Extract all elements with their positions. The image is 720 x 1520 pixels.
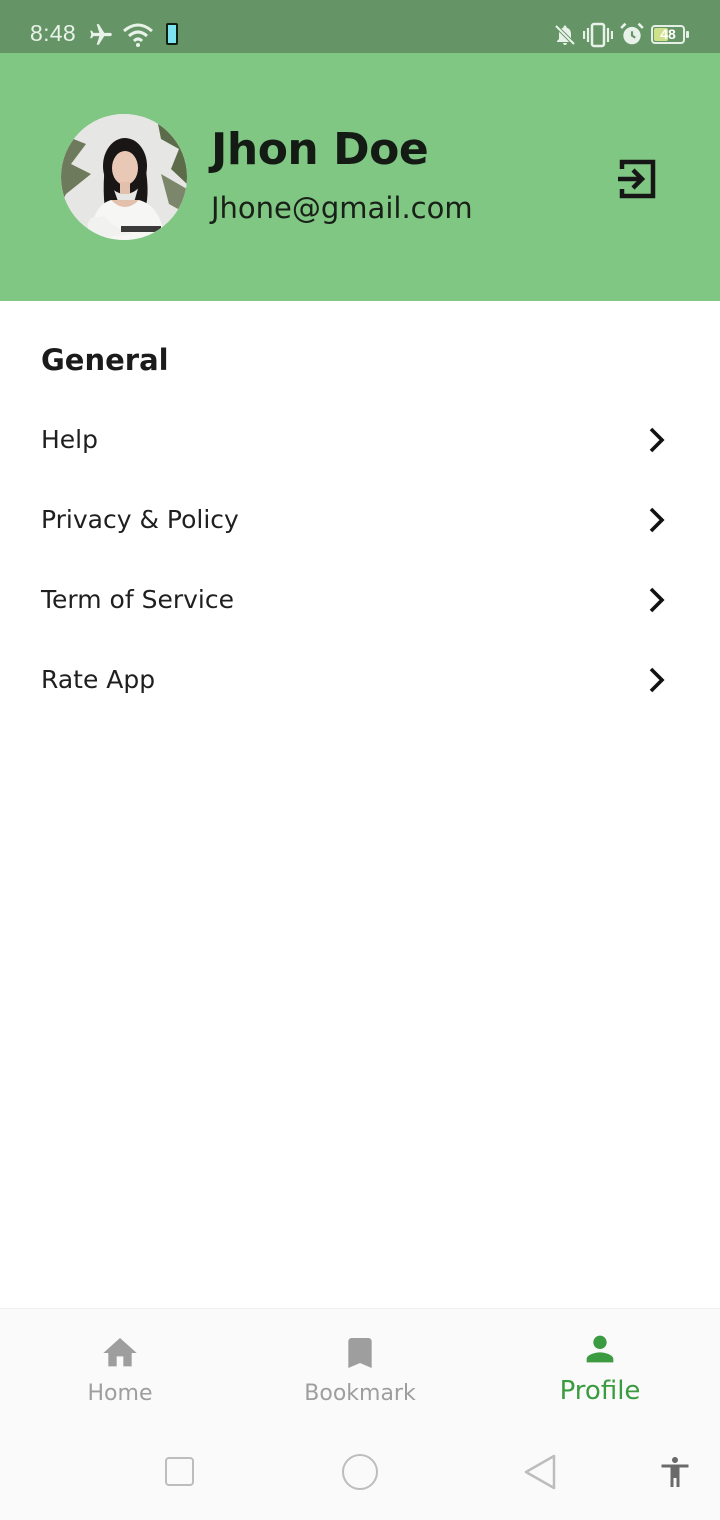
wifi-icon — [123, 23, 153, 47]
phone-device-icon — [166, 23, 178, 45]
chevron-right-icon — [649, 507, 665, 533]
back-button[interactable] — [522, 1453, 558, 1491]
user-name: Jhon Doe — [211, 124, 429, 175]
tab-profile[interactable]: Profile — [480, 1309, 720, 1421]
home-icon — [103, 1338, 137, 1367]
user-email: Jhone@gmail.com — [211, 191, 473, 225]
tab-label: Home — [87, 1381, 153, 1406]
accessibility-icon[interactable] — [657, 1452, 693, 1492]
logout-icon — [618, 159, 656, 199]
tab-label: Profile — [559, 1376, 641, 1406]
menu-item-rate-app[interactable]: Rate App — [0, 640, 720, 720]
bottom-nav: Home Bookmark Profile — [0, 1308, 720, 1420]
recents-button[interactable] — [165, 1457, 194, 1486]
tab-label: Bookmark — [304, 1381, 416, 1406]
menu-item-label: Help — [41, 425, 98, 454]
menu-item-term-of-service[interactable]: Term of Service — [0, 560, 720, 640]
status-time: 8:48 — [30, 20, 76, 46]
section-title-general: General — [41, 343, 169, 377]
menu-item-label: Term of Service — [41, 585, 234, 614]
bookmark-icon — [348, 1338, 372, 1368]
menu-item-label: Privacy & Policy — [41, 505, 239, 534]
status-bar: 8:48 48 — [0, 0, 720, 53]
person-icon — [586, 1335, 614, 1363]
logout-button[interactable] — [612, 155, 660, 203]
menu-item-help[interactable]: Help — [0, 400, 720, 480]
menu-item-privacy-policy[interactable]: Privacy & Policy — [0, 480, 720, 560]
vibrate-icon — [583, 22, 613, 48]
avatar[interactable] — [61, 114, 187, 240]
chevron-right-icon — [649, 667, 665, 693]
system-nav-bar — [0, 1420, 720, 1520]
home-system-button[interactable] — [342, 1454, 378, 1490]
chevron-right-icon — [649, 587, 665, 613]
menu-item-label: Rate App — [41, 665, 156, 694]
notifications-off-icon — [554, 24, 576, 46]
tab-home[interactable]: Home — [0, 1309, 240, 1421]
tab-bookmark[interactable]: Bookmark — [240, 1309, 480, 1421]
chevron-right-icon — [649, 427, 665, 453]
alarm-icon — [620, 22, 644, 45]
battery-level: 48 — [660, 26, 676, 42]
airplane-icon — [90, 24, 112, 45]
